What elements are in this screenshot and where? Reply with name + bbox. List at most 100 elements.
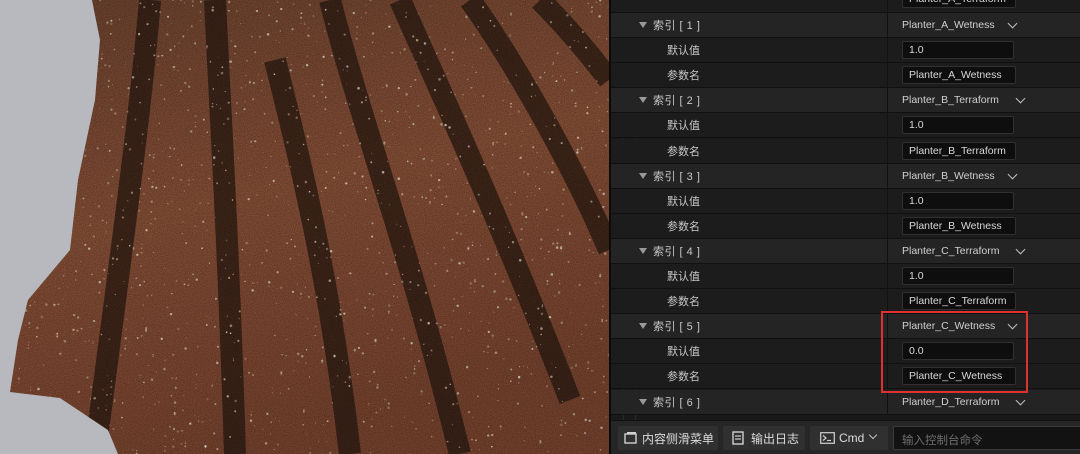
soil-speck [17,12,21,16]
output-log-button[interactable]: 输出日志 [723,426,805,450]
soil-speck [74,5,77,9]
value-cell: 0.0 [887,339,1080,364]
expand-arrow-icon[interactable] [639,22,647,28]
soil-speck [21,14,25,18]
soil-speck [23,234,27,238]
param-name-row: 参数名 Planter_B_Terraform [611,138,1080,164]
index-label: 索引 [ 2 ] [653,95,701,108]
expand-arrow-icon[interactable] [639,247,647,254]
key-cell: 默认值 [611,38,885,62]
array-index-row[interactable]: 索引 [ 5 ] Planter_C_Wetness [611,314,1080,340]
cmd-label: Cmd [839,431,865,445]
soil-speck [51,246,55,250]
viewport[interactable] [0,0,609,454]
soil-speck [84,429,86,432]
soil-speck [43,266,45,268]
param-name-field[interactable]: Planter_B_Wetness [902,216,1016,235]
soil-speck [3,263,5,265]
parameter-select[interactable]: Planter_B_Wetness [887,163,1080,188]
key-cell: 参数名 [611,139,885,163]
param-name-row: 参数名 Planter_A_Wetness [611,63,1080,89]
soil-speck [64,55,67,58]
soil-speck [6,369,8,371]
default-value-input[interactable]: 1.0 [902,41,1014,60]
key-cell: 默认值 [611,339,885,363]
param-name-field[interactable]: Planter_A_Wetness [902,66,1016,85]
soil-speck [14,446,17,449]
soil-speck [69,119,72,122]
soil-speck [69,126,71,128]
array-index-row[interactable]: 索引 [ 1 ] Planter_A_Wetness [611,13,1080,38]
soil-speck [84,73,86,75]
value-cell: Planter_B_Terraform [887,138,1080,163]
param-name-field[interactable]: Planter_A_Terraform [902,0,1016,8]
bottom-toolbar: 内容侧滑菜单 输出日志 Cmd 输入控制台命令 [609,420,1080,454]
soil-speck [19,65,22,67]
soil-speck [10,303,11,305]
soil-speck [56,60,58,62]
default-value-input[interactable]: 1.0 [902,267,1014,285]
default-value-label: 默认值 [667,195,700,208]
soil-speck [33,107,37,111]
soil-speck [16,52,19,55]
cmd-dropdown[interactable]: Cmd [810,426,888,450]
array-index-row[interactable]: 索引 [ 3 ] Planter_B_Wetness [611,163,1080,189]
soil-speck [70,18,73,21]
console-command-input[interactable]: 输入控制台命令 [893,426,1080,450]
expand-arrow-icon[interactable] [639,172,647,179]
default-value-input[interactable]: 0.0 [902,342,1014,361]
soil-speck [79,90,81,92]
soil-speck [56,132,60,135]
default-value-input[interactable]: 1.0 [902,191,1014,210]
expand-arrow-icon[interactable] [639,398,647,405]
parameter-select[interactable]: Planter_B_Terraform [887,88,1080,113]
soil-speck [87,94,89,97]
soil-speck [50,193,52,196]
array-index-row[interactable]: 索引 [ 2 ] Planter_B_Terraform [611,88,1080,114]
soil-speck [22,86,25,89]
default-value-label: 默认值 [667,120,700,133]
param-name-field[interactable]: Planter_B_Terraform [902,141,1016,160]
soil-speck [88,419,91,422]
soil-speck [0,143,1,144]
key-cell: 索引 [ 2 ] [611,88,885,112]
soil-speck [96,64,98,66]
parameter-select[interactable]: Planter_A_Wetness [887,13,1080,37]
soil-speck [33,126,35,128]
soil-speck [54,207,56,210]
soil-speck [77,410,79,412]
default-value-input[interactable]: 1.0 [902,116,1014,135]
default-value-row: 默认值 1.0 [611,264,1080,289]
param-name-field[interactable]: Planter_C_Wetness [902,367,1016,386]
soil-speck [49,25,52,28]
soil-speck [62,188,65,191]
soil-speck [33,38,35,40]
soil-speck [8,339,10,341]
param-name-row: 参数名 Planter_C_Wetness [611,364,1080,390]
key-cell: 参数名 [611,364,885,388]
expand-arrow-icon[interactable] [639,97,647,104]
content-drawer-button[interactable]: 内容侧滑菜单 [618,426,718,450]
array-index-row[interactable]: 索引 [ 6 ] Planter_D_Terraform [611,389,1080,415]
soil-speck [5,142,6,143]
soil-speck [11,75,13,77]
soil-speck [15,79,17,81]
soil-speck [46,186,49,189]
expand-arrow-icon[interactable] [639,323,647,330]
value-cell: 1.0 [887,264,1080,288]
soil-speck [67,182,69,184]
chevron-down-icon [1015,93,1026,104]
param-row-partial: Planter_A_Terraform [611,0,1080,13]
soil-speck [76,64,79,67]
soil-speck [76,417,79,420]
soil-speck [33,115,36,118]
parameter-select[interactable]: Planter_D_Terraform [887,389,1080,414]
parameter-select[interactable]: Planter_C_Terraform [887,238,1080,263]
soil-speck [11,450,13,452]
soil-speck [11,242,14,245]
param-name-field[interactable]: Planter_C_Terraform [902,292,1016,311]
parameter-select[interactable]: Planter_C_Wetness [887,314,1080,339]
soil-speck [56,233,59,236]
soil-speck [47,446,50,449]
array-index-row[interactable]: 索引 [ 4 ] Planter_C_Terraform [611,238,1080,264]
